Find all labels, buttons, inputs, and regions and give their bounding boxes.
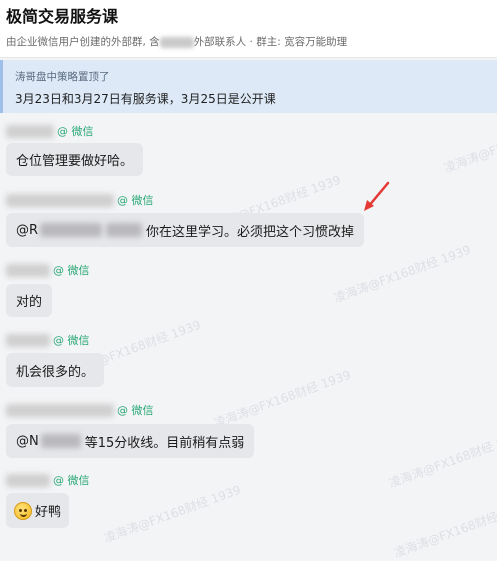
wechat-tag: @ 微信 <box>117 404 154 417</box>
wechat-tag: @ 微信 <box>57 125 94 138</box>
watermark: 凌海涛@FX168财经 1939 <box>442 113 497 176</box>
watermark: 凌海涛@FX168财经 1939 <box>212 367 353 431</box>
mention-prefix: @R <box>16 222 39 238</box>
message-text: 好鸭 <box>35 505 62 520</box>
message-bubble[interactable]: 仓位管理要做好哈。 <box>6 143 144 176</box>
redacted-count <box>159 36 194 48</box>
message-text: 机会很多的。 <box>16 364 95 380</box>
redacted-name <box>6 193 114 207</box>
redacted-mention <box>40 434 81 448</box>
wechat-tag: @ 微信 <box>53 264 90 277</box>
sender-name[interactable]: @ 微信 <box>6 403 154 417</box>
red-arrow-icon <box>364 181 390 211</box>
subtitle-prefix: 由企业微信用户创建的外部群, 含 <box>6 36 160 48</box>
pinned-title: 涛哥盘中策略置顶了 <box>15 71 110 83</box>
mention-prefix: @N <box>16 433 39 449</box>
redacted-name <box>6 473 50 487</box>
watermark: 凌海涛@FX168财经 1939 <box>387 427 497 491</box>
redacted-mention <box>106 223 143 237</box>
message-bubble[interactable]: @R 你在这里学习。必须把这个习惯改掉 <box>6 213 365 247</box>
message-bubble[interactable]: @N 等15分收线。目前稍有点弱 <box>6 424 255 458</box>
sender-name[interactable]: @ 微信 <box>6 193 154 207</box>
pinned-announcement[interactable]: 涛哥盘中策略置顶了 3月23日和3月27日有服务课，3月25日是公开课 <box>0 60 497 113</box>
sender-name[interactable]: @ 微信 <box>6 473 90 487</box>
watermark: 凌海涛@FX168财经 1939 <box>392 498 497 561</box>
redacted-name <box>6 263 50 277</box>
group-title: 极简交易服务课 <box>6 7 119 26</box>
wechat-tag: @ 微信 <box>53 334 90 347</box>
wechat-tag: @ 微信 <box>53 474 90 487</box>
message-text: 对的 <box>16 295 43 310</box>
message-text: 等15分收线。目前稍有点弱 <box>84 435 245 451</box>
watermark: 凌海涛@FX168财经 1939 <box>102 482 243 546</box>
pinned-text: 3月23日和3月27日有服务课，3月25日是公开课 <box>15 92 276 106</box>
sender-name[interactable]: @ 微信 <box>6 333 90 347</box>
watermark: 凌海涛@FX168财经 1939 <box>332 242 473 306</box>
message-text: 你在这里学习。必须把这个习惯改掉 <box>146 224 355 240</box>
redacted-name <box>6 403 114 417</box>
sender-name[interactable]: @ 微信 <box>6 263 90 277</box>
redacted-mention <box>40 223 103 237</box>
message-text: 仓位管理要做好哈。 <box>16 154 134 169</box>
smile-emoji-icon <box>14 501 32 520</box>
group-subtitle: 由企业微信用户创建的外部群, 含 外部联系人 · 群主: 宽容万能助理 <box>6 34 491 49</box>
redacted-name <box>6 333 50 347</box>
chat-header: 极简交易服务课 由企业微信用户创建的外部群, 含 外部联系人 · 群主: 宽容万能… <box>0 0 497 58</box>
message-bubble[interactable]: 机会很多的。 <box>6 353 105 387</box>
sender-name[interactable]: @ 微信 <box>6 124 94 138</box>
subtitle-suffix: 外部联系人 · 群主: 宽容万能助理 <box>193 36 348 48</box>
message-bubble[interactable]: 好鸭 <box>6 493 70 528</box>
message-bubble[interactable]: 对的 <box>6 284 53 317</box>
redacted-name <box>6 124 54 138</box>
wechat-tag: @ 微信 <box>117 194 154 207</box>
